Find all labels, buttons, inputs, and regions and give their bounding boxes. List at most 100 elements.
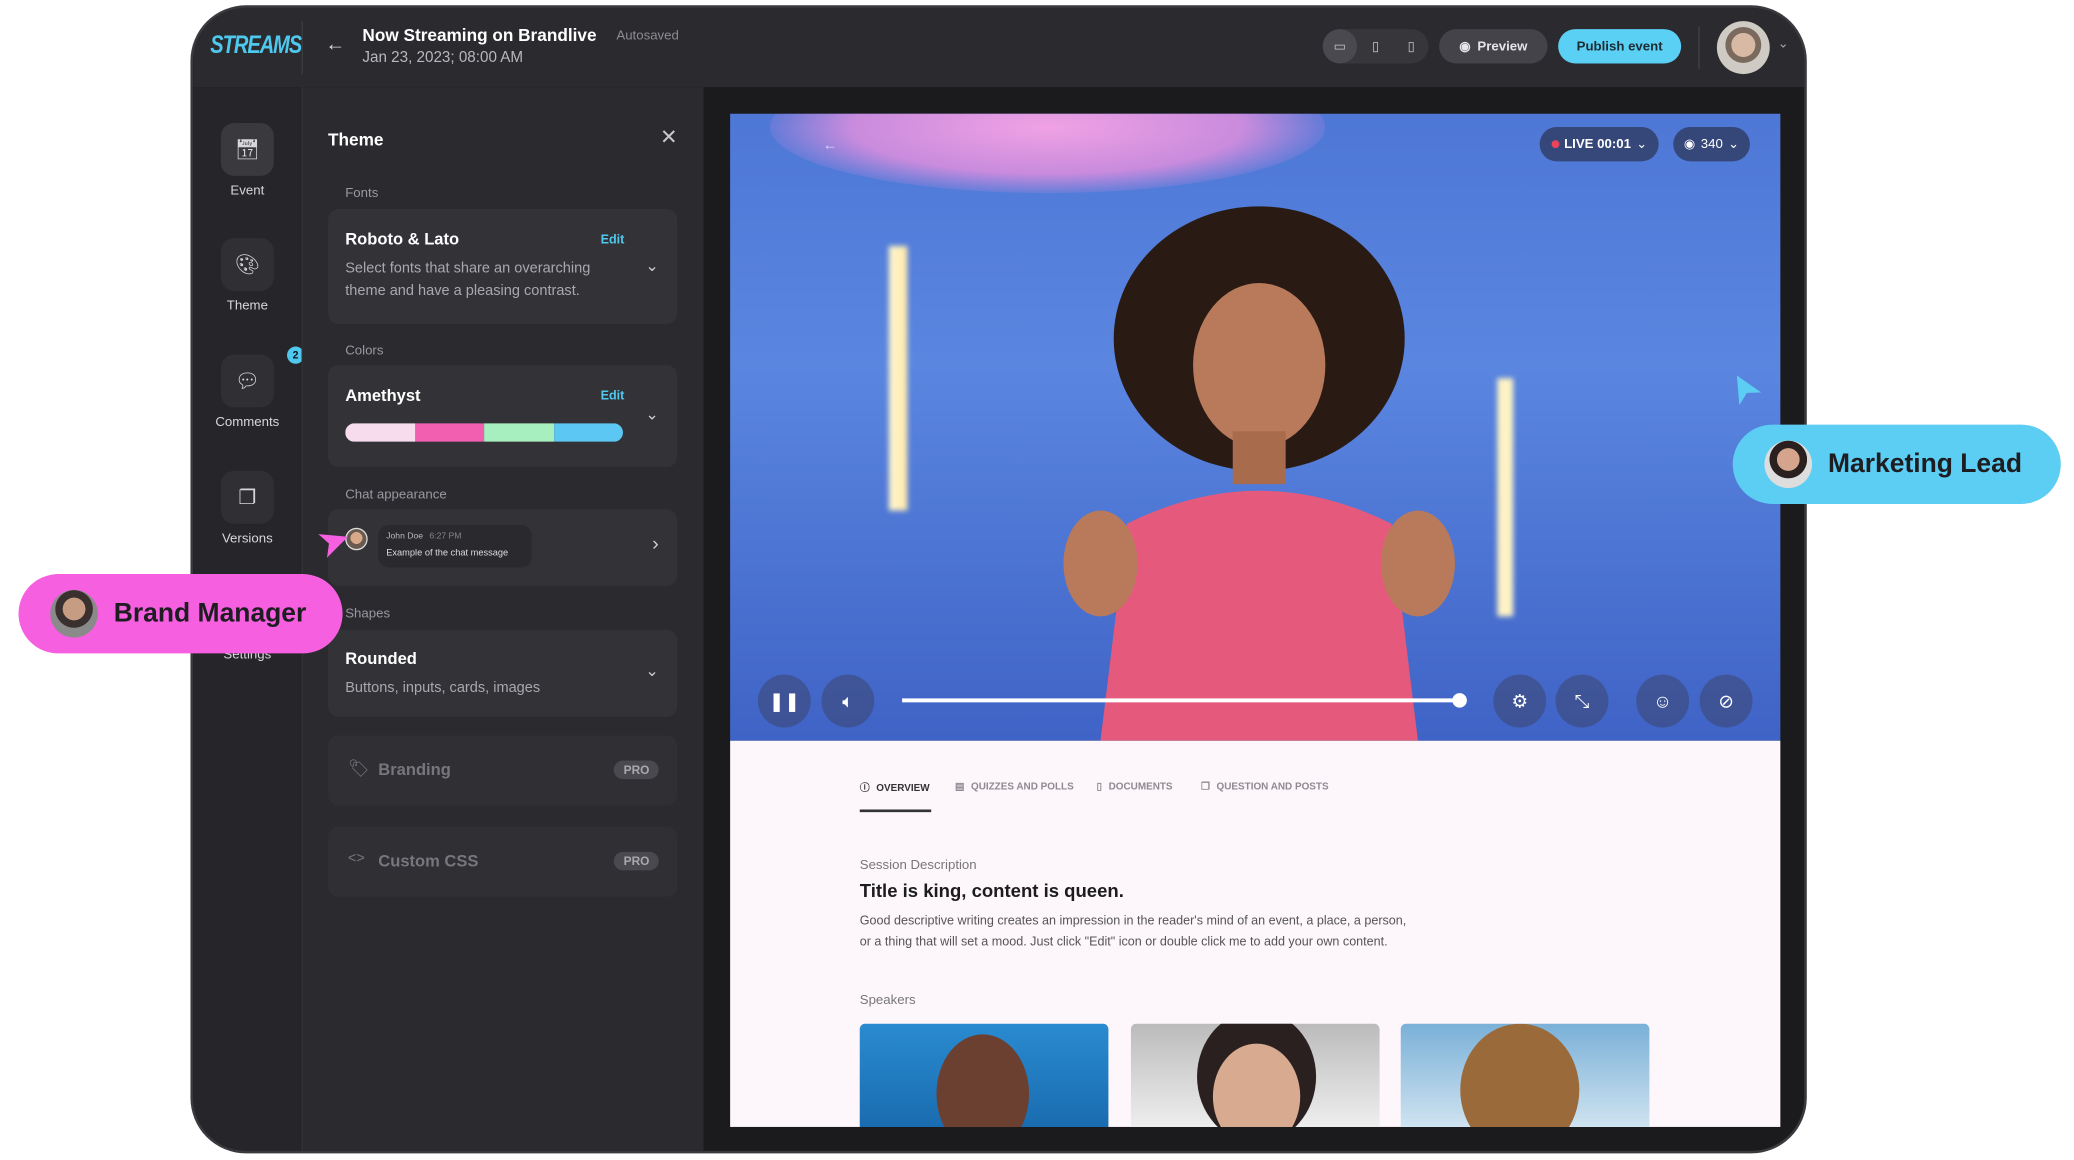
chevron-down-icon: ⌄ [1636, 136, 1648, 152]
palette-swatch [484, 423, 554, 442]
edit-fonts-link[interactable]: Edit [601, 233, 625, 248]
copy-icon: ❐ [220, 470, 274, 524]
calendar-icon: 📅︎ [220, 123, 274, 176]
chat-message: Example of the chat message [386, 548, 509, 559]
brand-manager-pill: Brand Manager [18, 574, 343, 654]
tablet-icon[interactable]: ▯ [1358, 29, 1392, 63]
tab-quizzes-and-polls[interactable]: ▤ QUIZZES AND POLLS [955, 780, 1074, 792]
chevron-down-icon: ⌄ [1728, 136, 1740, 152]
collaborator-name: Marketing Lead [1827, 449, 2023, 479]
event-content: ⓘ OVERVIEW ▤ QUIZZES AND POLLS ▯ DOCUMENTS … [730, 740, 1781, 1127]
shapes-description: Buttons, inputs, cards, images [345, 679, 541, 696]
chat-icon: 💬︎ 2 [220, 346, 305, 408]
preview-button[interactable]: ◉ Preview [1439, 29, 1548, 64]
preview-label: Preview [1477, 39, 1528, 54]
autosave-status: Autosaved [616, 29, 679, 44]
live-indicator[interactable]: LIVE 00:01 ⌄ [1539, 126, 1659, 162]
speaker-card[interactable] [1400, 1023, 1650, 1127]
back-arrow-icon[interactable]: ← [823, 138, 838, 154]
document-icon: ▯ [1096, 780, 1102, 793]
section-label: Chat appearance [345, 488, 447, 503]
session-description: Good descriptive writing creates an impr… [859, 913, 1407, 929]
viewer-count[interactable]: ◉ 340 ⌄ [1673, 126, 1750, 162]
progress-track[interactable] [902, 693, 1467, 708]
session-label: Session Description [859, 858, 977, 873]
section-label: Colors [345, 343, 384, 359]
palette-name: Amethyst [345, 386, 421, 405]
rail-label: Event [230, 183, 265, 199]
tab-documents[interactable]: ▯ DOCUMENTS [1097, 780, 1173, 792]
device-toggle: ▭ ▯ ▯ [1322, 29, 1429, 64]
info-icon: ⓘ [859, 781, 870, 794]
tab-question-and-posts[interactable]: ❐ QUESTION AND POSTS [1201, 780, 1329, 792]
video-player[interactable]: ← LIVE 00:01 ⌄ ◉ 340 ⌄ ❚❚ 🔈︎ ⚙ ⤡ ☺ ⊘ [730, 113, 1781, 741]
desktop-icon[interactable]: ▭ [1322, 29, 1358, 64]
palette-icon: 🎨︎ [220, 238, 274, 291]
fonts-card[interactable]: Roboto & Lato Edit Select fonts that sha… [328, 208, 678, 325]
rail-item-event[interactable]: 📅︎ Event [193, 123, 301, 198]
pause-icon[interactable]: ❚❚ [757, 674, 811, 728]
speaker-card[interactable] [859, 1023, 1109, 1127]
live-dot-icon [1550, 140, 1559, 149]
colors-card[interactable]: Amethyst Edit ⌄ [328, 365, 678, 467]
stage-light [888, 246, 908, 511]
marketing-lead-pill: Marketing Lead [1732, 424, 2061, 504]
stage-light [769, 113, 1326, 194]
custom-css-title: Custom CSS [378, 851, 479, 871]
top-bar: STREAMS ← Now Streaming on Brandlive Jan… [193, 7, 1805, 88]
tab-overview[interactable]: ⓘ OVERVIEW [860, 780, 930, 795]
volume-icon[interactable]: 🔈︎ [821, 674, 875, 728]
chat-appearance-card[interactable]: John Doe 6:27 PM Example of the chat mes… [328, 509, 678, 586]
marketing-lead-avatar [1764, 440, 1813, 489]
mobile-icon[interactable]: ▯ [1394, 29, 1428, 63]
eye-icon: ◉ [1683, 136, 1696, 152]
tag-icon: 🏷︎ [347, 757, 370, 778]
rail-item-theme[interactable]: 🎨︎ Theme [193, 238, 301, 313]
fonts-description: Select fonts that share an overarching t… [345, 260, 591, 299]
rail-item-comments[interactable]: 💬︎ 2 Comments [193, 346, 305, 430]
app-window: STREAMS ← Now Streaming on Brandlive Jan… [193, 7, 1805, 1151]
theme-panel: Theme ✕ Fonts Roboto & Lato Edit Select … [301, 87, 704, 1151]
chevron-down-icon[interactable]: ⌄ [645, 257, 658, 276]
rail-item-versions[interactable]: ❐ Versions [193, 470, 301, 546]
progress-handle[interactable] [1452, 693, 1467, 708]
branding-card[interactable]: 🏷︎ Branding PRO [328, 735, 678, 806]
font-name: Roboto & Lato [345, 230, 460, 249]
expand-icon[interactable]: ⤡ [1555, 674, 1609, 728]
shapes-card[interactable]: Rounded Buttons, inputs, cards, images ⌄ [328, 629, 678, 717]
chevron-right-icon[interactable]: › [652, 533, 659, 555]
chevron-down-icon[interactable]: ⌄ [1778, 37, 1789, 52]
active-tab-underline [859, 809, 932, 813]
pro-badge: PRO [614, 851, 659, 871]
speaker-card[interactable] [1130, 1023, 1380, 1127]
section-label: Fonts [345, 186, 379, 202]
publish-button[interactable]: Publish event [1558, 29, 1682, 64]
chat-bubble: John Doe 6:27 PM Example of the chat mes… [378, 525, 532, 568]
chevron-down-icon[interactable]: ⌄ [645, 405, 658, 424]
edit-colors-link[interactable]: Edit [601, 389, 625, 404]
eye-icon: ◉ [1459, 39, 1471, 54]
branding-title: Branding [378, 760, 451, 780]
emoji-add-icon[interactable]: ☺ [1636, 674, 1690, 728]
panel-title: Theme [328, 129, 384, 150]
palette-swatch [553, 423, 623, 442]
session-title: Title is king, content is queen. [859, 879, 1124, 901]
rail-label: Theme [226, 298, 268, 314]
color-palette-bar [345, 423, 623, 442]
session-description: or a thing that will set a mood. Just cl… [859, 935, 1388, 950]
user-avatar[interactable] [1716, 21, 1770, 75]
presenter-image [1063, 206, 1455, 741]
code-icon: <> [347, 850, 365, 867]
chevron-down-icon[interactable]: ⌄ [645, 661, 658, 680]
shape-name: Rounded [345, 649, 417, 668]
gear-icon[interactable]: ⚙ [1493, 674, 1547, 728]
custom-css-card[interactable]: <> Custom CSS PRO [328, 826, 678, 897]
back-arrow-icon[interactable]: ← [325, 33, 345, 55]
poll-icon: ▤ [954, 780, 965, 793]
speakers-label: Speakers [859, 993, 916, 1008]
live-time: LIVE 00:01 [1564, 136, 1632, 152]
event-date: Jan 23, 2023; 08:00 AM [362, 50, 524, 67]
close-icon[interactable]: ✕ [660, 124, 678, 150]
streams-logo[interactable]: STREAMS [210, 32, 302, 61]
camera-off-icon[interactable]: ⊘ [1699, 674, 1753, 728]
